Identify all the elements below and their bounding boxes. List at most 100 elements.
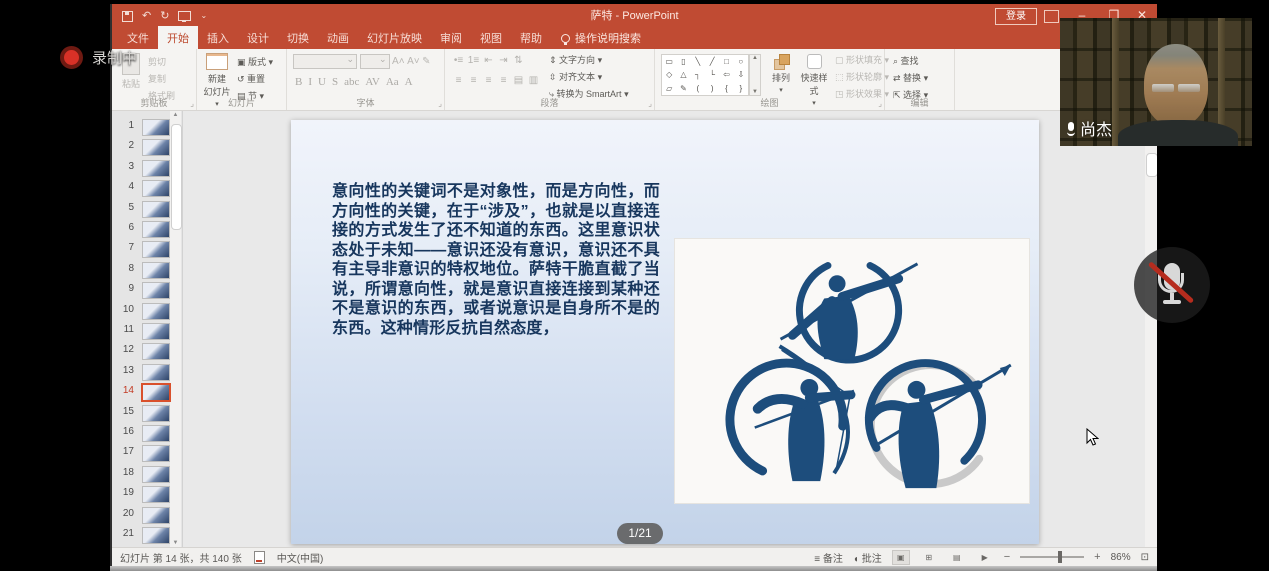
shape-cell-14[interactable]: ( — [691, 82, 705, 95]
shape-cell-7[interactable]: △ — [676, 68, 690, 81]
shape-cell-13[interactable]: ✎ — [676, 82, 690, 95]
tab-1[interactable]: 开始 — [158, 26, 198, 49]
text-direction-button[interactable]: ⇕ 文字方向 ▾ — [549, 53, 629, 66]
shape-cell-16[interactable]: { — [719, 82, 733, 95]
gallery-up-icon[interactable]: ▲ — [752, 55, 758, 61]
shape-cell-5[interactable]: ○ — [734, 55, 748, 68]
slide-thumbnail-15[interactable]: 15 — [112, 403, 182, 423]
clipboard-dialog-launcher-icon[interactable]: ⌟ — [190, 99, 194, 108]
slide-thumbnail-18[interactable]: 18 — [112, 464, 182, 484]
zoom-slider[interactable] — [1020, 556, 1084, 558]
font-size-combobox[interactable] — [360, 54, 390, 69]
bullet-button-4[interactable]: ⇅ — [511, 55, 526, 66]
bullet-button-3[interactable]: ⇥ — [496, 55, 511, 66]
tab-3[interactable]: 设计 — [238, 26, 278, 49]
find-button[interactable]: ⌕ 查找 — [893, 54, 928, 67]
spellcheck-icon[interactable] — [254, 551, 265, 564]
align-text-button[interactable]: ⇳ 对齐文本 ▾ — [549, 70, 629, 83]
shrink-font-icon[interactable]: A˅ — [407, 56, 420, 67]
slide-thumbnail-6[interactable]: 6 — [112, 219, 182, 239]
align-button-2[interactable]: ≡ — [481, 75, 496, 86]
font-style-button-3[interactable]: S — [332, 76, 338, 88]
normal-view-button[interactable]: ▣ — [892, 550, 910, 565]
tab-5[interactable]: 动画 — [318, 26, 358, 49]
slide-thumbnail-3[interactable]: 3 — [112, 158, 182, 178]
slide-canvas[interactable]: 意向性的关键词不是对象性，而是方向性，而方向性的关键，在于“涉及”，也就是以直接… — [291, 120, 1039, 544]
zoom-in-button[interactable]: + — [1094, 551, 1100, 563]
thumbnail-preview[interactable] — [142, 303, 170, 320]
slide-thumbnail-4[interactable]: 4 — [112, 178, 182, 198]
slide-thumbnail-1[interactable]: 1 — [112, 117, 182, 137]
slide-thumbnail-17[interactable]: 17 — [112, 443, 182, 463]
font-style-button-6[interactable]: Aa — [386, 76, 399, 88]
notes-toggle[interactable]: ≡ 备注 — [814, 550, 843, 565]
shape-cell-12[interactable]: ▱ — [662, 82, 676, 95]
thumbnail-preview[interactable] — [142, 139, 170, 156]
zoom-slider-thumb[interactable] — [1058, 551, 1062, 563]
tell-me-search[interactable]: 操作说明搜索 — [561, 30, 641, 49]
ribbon-display-options-icon[interactable] — [1044, 10, 1059, 23]
replace-button[interactable]: ⇄ 替换 ▾ — [893, 71, 928, 84]
cut-button[interactable]: 剪切 — [148, 55, 175, 68]
shape-fill-button[interactable]: ▢ 形状填充 ▾ — [835, 53, 889, 66]
thumbnail-preview[interactable] — [142, 445, 170, 462]
slide-thumbnail-19[interactable]: 19 — [112, 484, 182, 504]
shape-cell-11[interactable]: ⇩ — [734, 68, 748, 81]
comments-toggle[interactable]: ◖ 批注 — [853, 550, 882, 565]
tab-7[interactable]: 审阅 — [431, 26, 471, 49]
grow-font-icon[interactable]: A˄ — [392, 56, 405, 67]
shape-cell-10[interactable]: ⇦ — [719, 68, 733, 81]
arrange-button[interactable]: 排列▾ — [767, 54, 795, 94]
shape-cell-2[interactable]: ╲ — [691, 55, 705, 68]
shapes-gallery-scrollbar[interactable]: ▲ ▼ — [749, 54, 761, 96]
align-button-3[interactable]: ≡ — [496, 75, 511, 86]
tab-8[interactable]: 视图 — [471, 26, 511, 49]
zoom-out-button[interactable]: − — [1004, 551, 1010, 563]
font-style-button-7[interactable]: A — [405, 76, 413, 88]
slide-thumbnail-16[interactable]: 16 — [112, 423, 182, 443]
tab-6[interactable]: 幻灯片放映 — [358, 26, 431, 49]
thumbnail-preview[interactable] — [142, 119, 170, 136]
slide-thumbnail-21[interactable]: 21 — [112, 525, 182, 545]
thumbnail-preview[interactable] — [142, 201, 170, 218]
font-style-button-2[interactable]: U — [318, 76, 326, 88]
slide-thumbnail-7[interactable]: 7 — [112, 239, 182, 259]
align-button-1[interactable]: ≡ — [466, 75, 481, 86]
font-style-button-5[interactable]: AV — [365, 76, 379, 88]
slide-thumbnail-2[interactable]: 2 — [112, 137, 182, 157]
thumbnail-preview[interactable] — [142, 405, 170, 422]
shape-cell-3[interactable]: ╱ — [705, 55, 719, 68]
slide-thumbnail-20[interactable]: 20 — [112, 505, 182, 525]
mute-microphone-button[interactable] — [1134, 247, 1210, 323]
thumbnail-preview[interactable] — [141, 383, 171, 402]
shape-cell-6[interactable]: ◇ — [662, 68, 676, 81]
shape-cell-0[interactable]: ▭ — [662, 55, 676, 68]
tab-2[interactable]: 插入 — [198, 26, 238, 49]
slide-thumbnail-10[interactable]: 10 — [112, 301, 182, 321]
thumbnail-preview[interactable] — [142, 507, 170, 524]
language-indicator[interactable]: 中文(中国) — [277, 550, 324, 565]
align-button-4[interactable]: ▤ — [511, 75, 526, 86]
gallery-more-icon[interactable]: ▼ — [752, 89, 758, 95]
paragraph-dialog-launcher-icon[interactable]: ⌟ — [648, 99, 652, 108]
slide-thumbnail-11[interactable]: 11 — [112, 321, 182, 341]
font-name-combobox[interactable] — [293, 54, 357, 69]
thumbnail-preview[interactable] — [142, 221, 170, 238]
zoom-percent[interactable]: 86% — [1111, 552, 1131, 563]
shape-cell-8[interactable]: ┐ — [691, 68, 705, 81]
clear-format-icon[interactable]: ✎ — [422, 56, 430, 67]
shape-cell-17[interactable]: } — [734, 82, 748, 95]
bullet-button-0[interactable]: •≡ — [451, 55, 466, 66]
thumbnail-preview[interactable] — [142, 486, 170, 503]
font-style-button-0[interactable]: B — [295, 76, 302, 88]
shape-cell-4[interactable]: □ — [719, 55, 733, 68]
shape-outline-button[interactable]: ⬚ 形状轮廓 ▾ — [835, 70, 889, 83]
shape-cell-1[interactable]: ▯ — [676, 55, 690, 68]
copy-button[interactable]: 复制 — [148, 72, 175, 85]
fit-to-window-icon[interactable]: ⊡ — [1141, 552, 1149, 563]
thumbnail-preview[interactable] — [142, 466, 170, 483]
archers-image[interactable] — [674, 238, 1030, 504]
slide-thumbnail-8[interactable]: 8 — [112, 260, 182, 280]
align-button-5[interactable]: ▥ — [526, 75, 541, 86]
slide-thumbnail-14[interactable]: 14 — [112, 382, 182, 402]
